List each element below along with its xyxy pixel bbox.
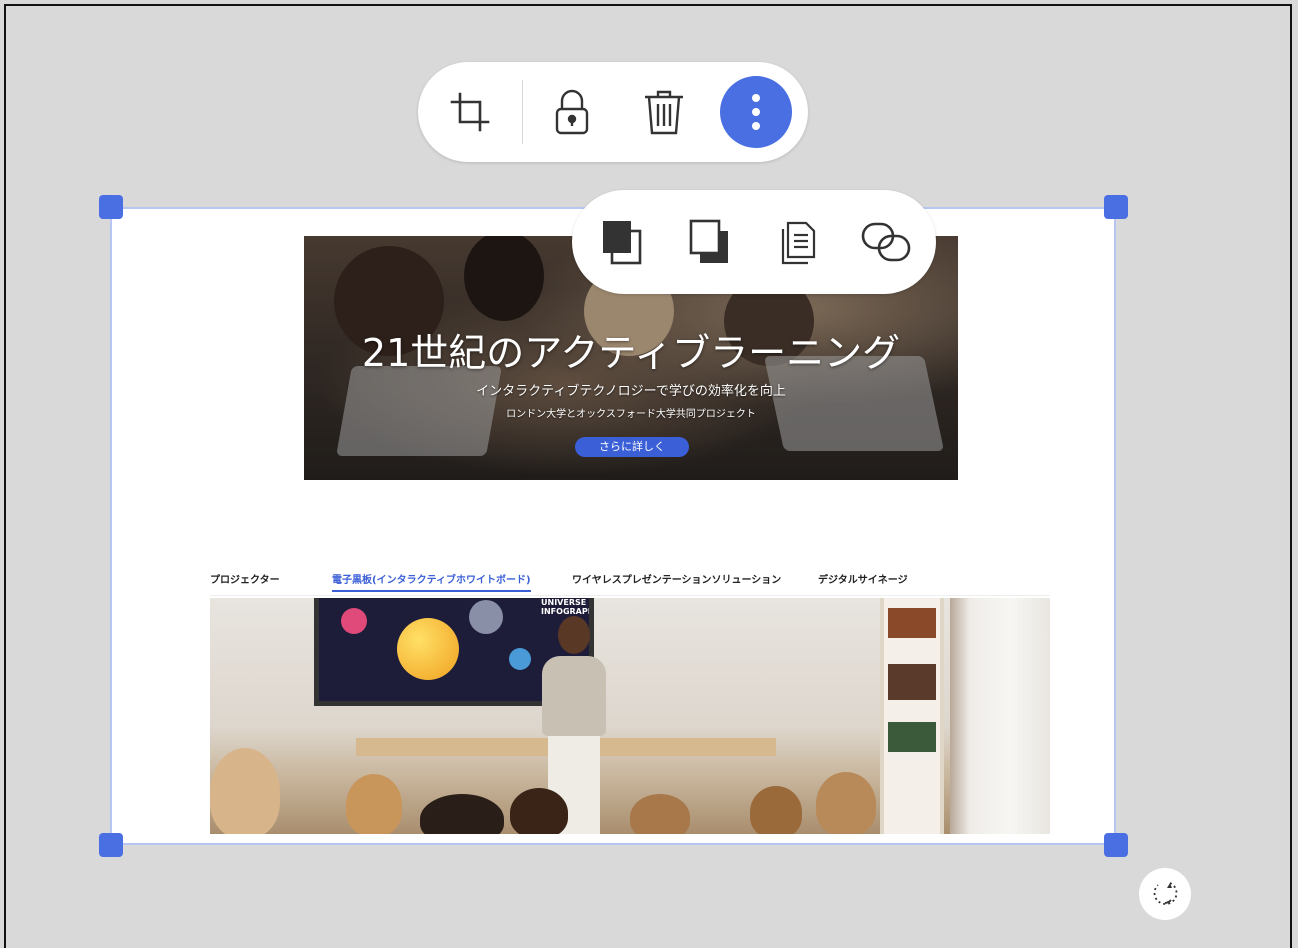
- selected-image[interactable]: 21世紀のアクティブラーニング インタラクティブテクノロジーで学びの効率化を向上…: [110, 207, 1116, 845]
- resize-handle-bottom-right[interactable]: [1104, 833, 1128, 857]
- hero-caption: ロンドン大学とオックスフォード大学共同プロジェクト: [506, 409, 756, 420]
- crop-button[interactable]: [434, 76, 506, 148]
- rotate-icon: [1153, 882, 1178, 905]
- learn-more-button[interactable]: さらに詳しく: [575, 437, 689, 457]
- crop-icon: [450, 92, 490, 132]
- link-icon: [861, 222, 911, 262]
- planet-graphic: [469, 600, 503, 634]
- duplicate-button[interactable]: [766, 210, 830, 274]
- classroom-photo: UNIVERSE INFOGRAPHIC: [210, 598, 1050, 834]
- hero-subtitle: インタラクティブテクノロジーで学びの効率化を向上: [476, 384, 786, 399]
- student-figure: [346, 774, 402, 834]
- tab-interactive-whiteboard[interactable]: 電子黒板(インタラクティブホワイトボード): [332, 571, 531, 592]
- more-options-button[interactable]: [720, 76, 792, 148]
- resize-handle-bottom-left[interactable]: [99, 833, 123, 857]
- window-curtain: [950, 598, 1050, 834]
- arrange-menu: [572, 190, 936, 294]
- delete-button[interactable]: [628, 76, 700, 148]
- send-to-back-icon: [689, 219, 728, 263]
- tab-projector[interactable]: プロジェクター: [210, 571, 280, 586]
- object-toolbar: [418, 62, 808, 162]
- rotate-button[interactable]: [1139, 868, 1191, 920]
- tab-wireless-presentation[interactable]: ワイヤレスプレゼンテーションソリューション: [572, 571, 781, 586]
- bring-to-front-button[interactable]: [590, 210, 654, 274]
- resize-handle-top-right[interactable]: [1104, 195, 1128, 219]
- trash-icon: [645, 90, 683, 135]
- resize-handle-top-left[interactable]: [99, 195, 123, 219]
- tab-digital-signage[interactable]: デジタルサイネージ: [818, 571, 908, 586]
- student-figure: [750, 786, 802, 834]
- lock-icon: [555, 89, 589, 135]
- student-figure: [420, 794, 504, 834]
- hero-title: 21世紀のアクティブラーニング: [361, 331, 901, 375]
- link-button[interactable]: [854, 210, 918, 274]
- bring-to-front-icon: [603, 221, 642, 265]
- planet-graphic: [509, 648, 531, 670]
- bookshelf: [880, 598, 944, 834]
- board-text: UNIVERSE INFOGRAPHIC: [541, 598, 594, 616]
- more-vertical-icon: [752, 94, 760, 130]
- duplicate-icon: [781, 221, 816, 265]
- planet-graphic: [397, 618, 459, 680]
- student-figure: [630, 794, 690, 834]
- lock-button[interactable]: [536, 76, 608, 148]
- send-to-back-button[interactable]: [678, 210, 742, 274]
- planet-graphic: [341, 608, 367, 634]
- student-figure: [510, 788, 568, 834]
- student-figure: [816, 772, 876, 834]
- toolbar-divider: [522, 80, 523, 144]
- product-tabs: プロジェクター 電子黒板(インタラクティブホワイトボード) ワイヤレスプレゼンテ…: [210, 569, 1050, 596]
- student-figure: [210, 748, 280, 834]
